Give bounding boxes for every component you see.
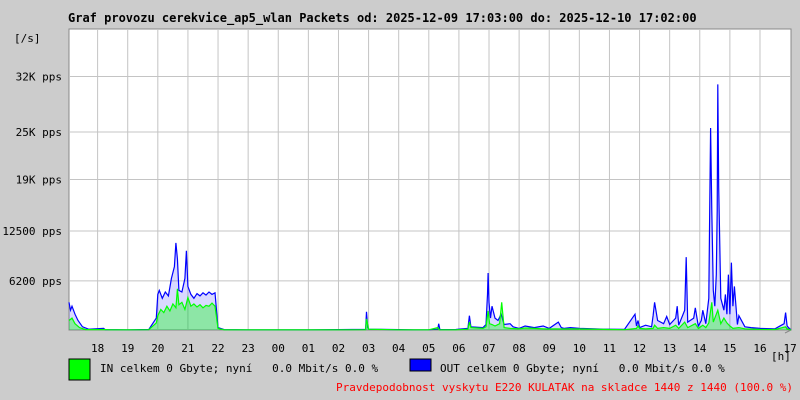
x-tick-label: 22 xyxy=(211,342,224,355)
chart-title: Graf provozu cerekvice_ap5_wlan Packets … xyxy=(68,11,697,26)
x-tick-label: 05 xyxy=(422,342,435,355)
x-tick-label: 23 xyxy=(242,342,255,355)
x-tick-label: 07 xyxy=(482,342,495,355)
x-tick-label: 10 xyxy=(573,342,586,355)
x-tick-label: 19 xyxy=(121,342,134,355)
legend-out-swatch xyxy=(409,358,432,372)
x-tick-label: 11 xyxy=(603,342,616,355)
x-tick-label: 12 xyxy=(633,342,646,355)
x-axis-unit-label: [h] xyxy=(771,350,791,363)
x-tick-label: 14 xyxy=(693,342,707,355)
x-tick-label: 20 xyxy=(151,342,164,355)
legend-in-text: IN celkem 0 Gbyte; nyní 0.0 Mbit/s 0.0 % xyxy=(100,362,379,375)
x-tick-label: 15 xyxy=(723,342,736,355)
x-tick-label: 00 xyxy=(272,342,285,355)
x-tick-label: 03 xyxy=(362,342,375,355)
x-tick-label: 01 xyxy=(302,342,315,355)
y-tick-label: 6200 pps xyxy=(9,275,62,288)
y-tick-label: 19K pps xyxy=(16,174,62,187)
traffic-chart: Graf provozu cerekvice_ap5_wlan Packets … xyxy=(2,11,797,394)
y-tick-label: 25K pps xyxy=(16,126,62,139)
legend-in-swatch xyxy=(68,358,91,381)
x-tick-labels: 18 19 20 21 22 23 00 01 02 03 04 05 06 07 08 09 10 11 12 13… xyxy=(91,342,797,355)
legend-out-text: OUT celkem 0 Gbyte; nyní 0.0 Mbit/s 0.0 … xyxy=(440,362,725,375)
y-tick-label: 12500 pps xyxy=(2,225,62,238)
x-tick-label: 08 xyxy=(512,342,525,355)
x-tick-label: 16 xyxy=(753,342,766,355)
x-tick-label: 02 xyxy=(332,342,345,355)
x-tick-label: 13 xyxy=(663,342,676,355)
x-tick-label: 18 xyxy=(91,342,104,355)
x-tick-label: 04 xyxy=(392,342,406,355)
x-tick-label: 21 xyxy=(181,342,194,355)
y-tick-label: 32K pps xyxy=(16,71,62,84)
y-axis-unit-label: [/s] xyxy=(14,32,41,45)
footer-note: Pravdepodobnost vyskytu E220 KULATAK na … xyxy=(336,381,793,394)
x-tick-label: 09 xyxy=(543,342,556,355)
y-tick-labels: 6200 pps 12500 pps 19K pps 25K pps 32K pps xyxy=(2,71,62,288)
x-tick-label: 06 xyxy=(452,342,465,355)
